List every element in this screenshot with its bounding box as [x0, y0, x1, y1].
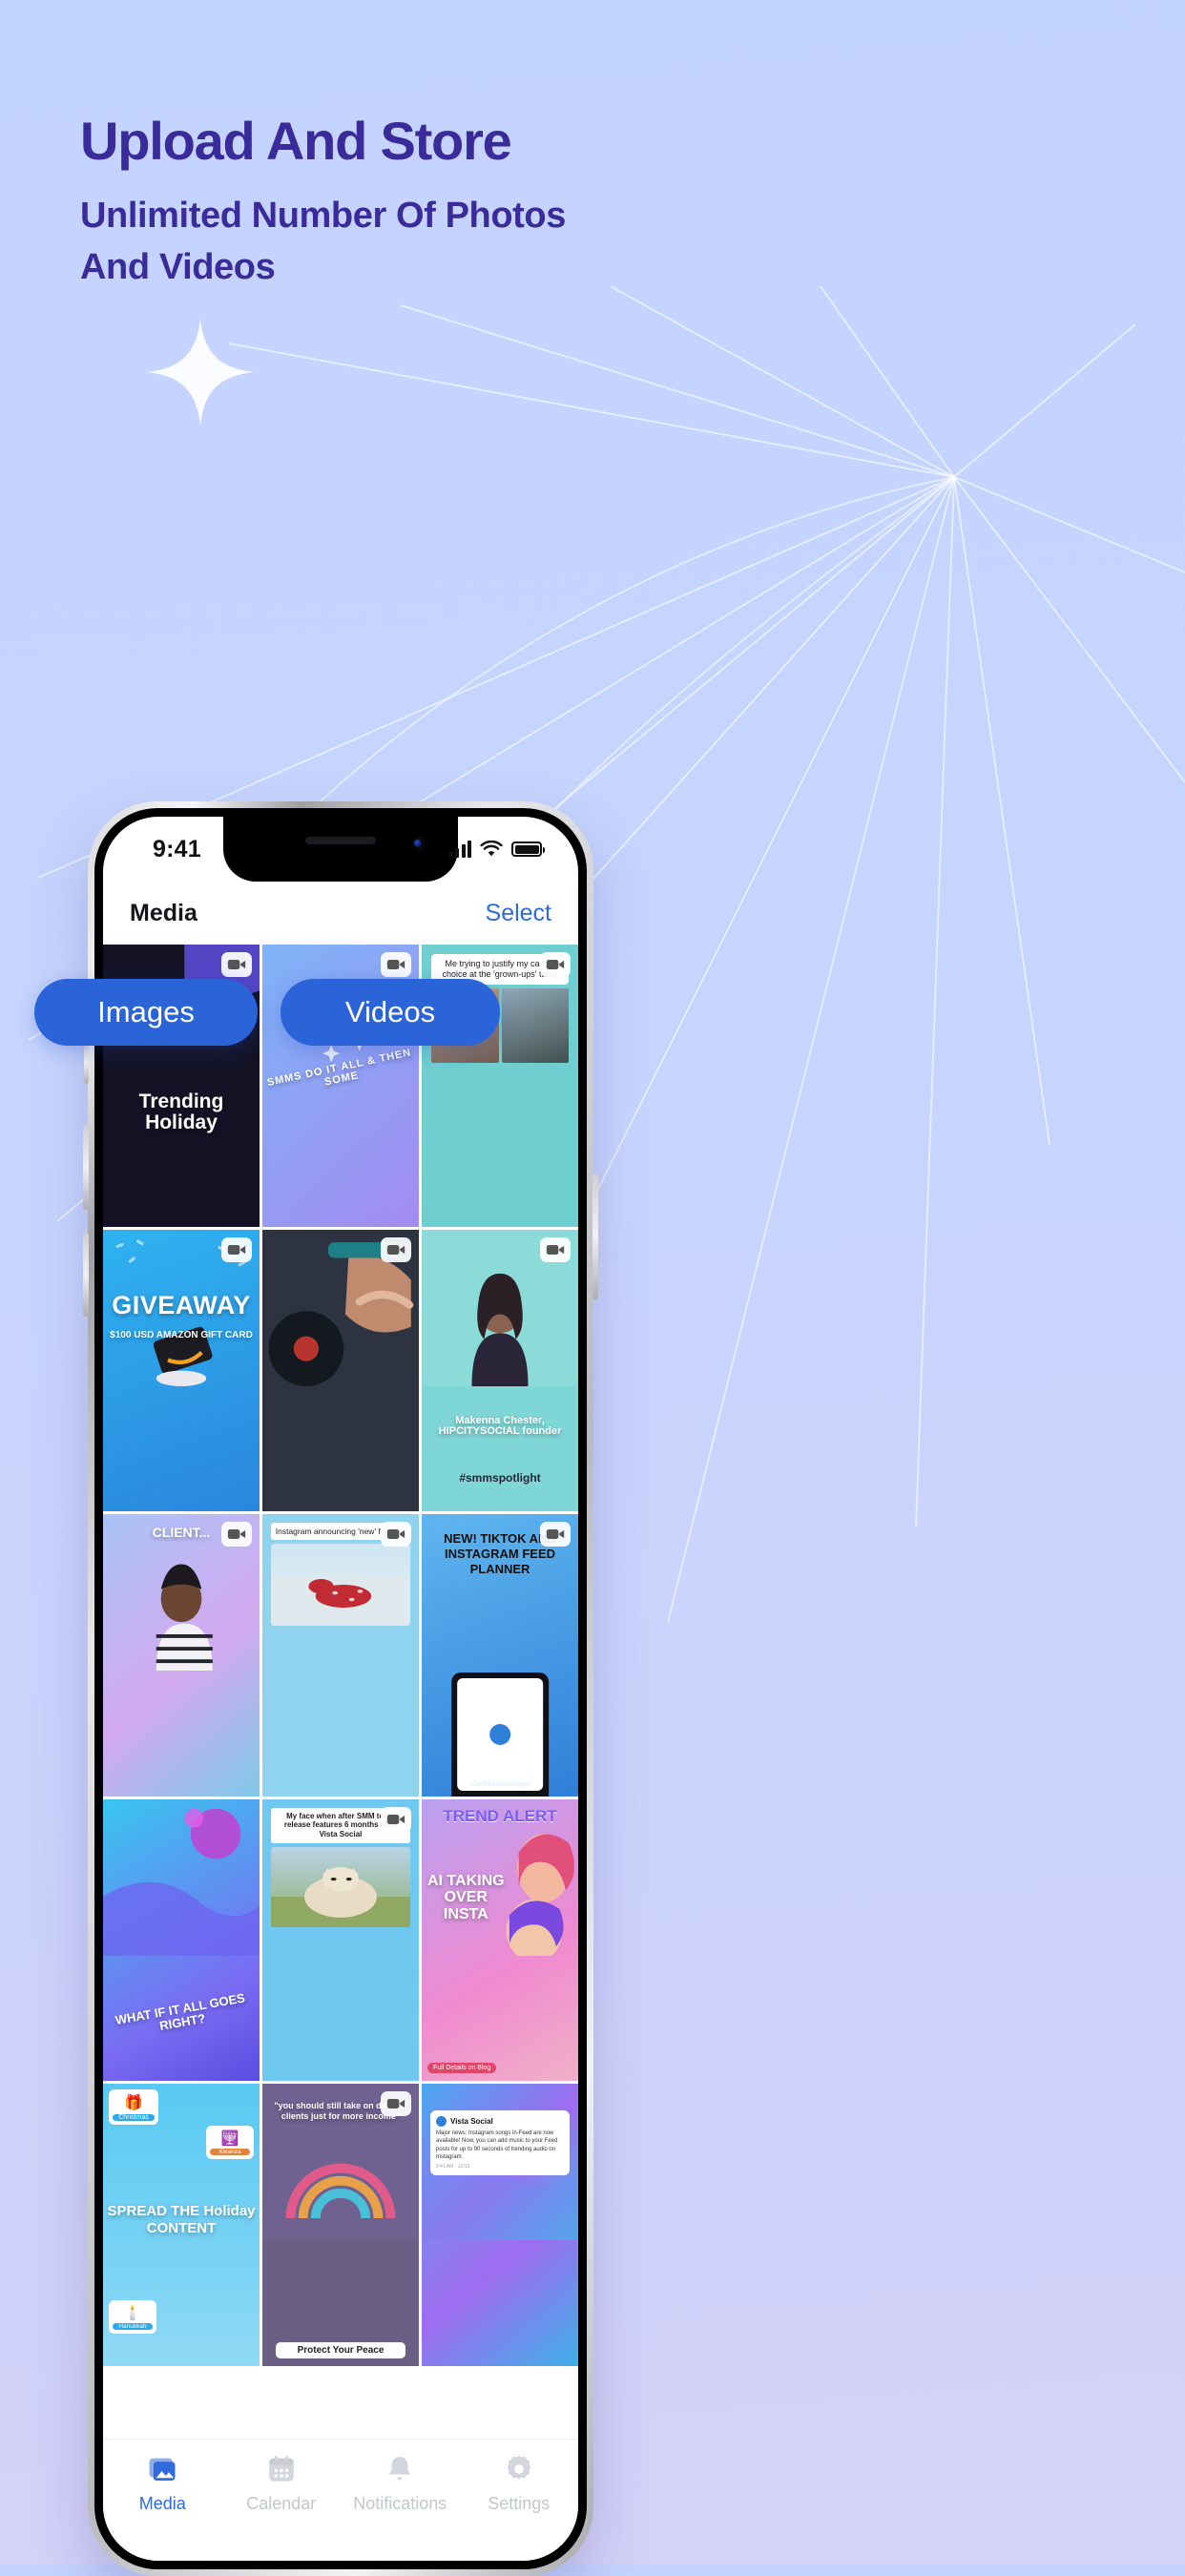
media-tile-detail: Full Details on Blog: [427, 2063, 497, 2074]
media-filter-pills[interactable]: Images Videos: [34, 979, 500, 1046]
bottom-tab-bar[interactable]: Media Calendar Notifications Settings: [103, 2439, 578, 2561]
media-tile-caption: Makenna Chester, HIPCITYSOCIAL founder: [438, 1414, 562, 1438]
media-tile[interactable]: NEW! TIKTOK AND INSTAGRAM FEED PLANNER @…: [422, 1514, 578, 1797]
page-title: Upload And Store: [80, 111, 512, 171]
media-tile-caption: SPREAD THE Holiday CONTENT: [107, 2202, 256, 2237]
video-camera-icon: [221, 1236, 252, 1262]
media-grid[interactable]: Trending Holiday SMMS DO IT ALL & THEN S…: [103, 945, 578, 2366]
status-bar: 9:41: [103, 817, 578, 882]
media-tile[interactable]: WHAT IF IT ALL GOES RIGHT?: [103, 1798, 260, 2082]
filter-pill-images[interactable]: Images: [34, 979, 258, 1046]
video-camera-icon: [540, 1236, 571, 1262]
phone-power-button: [592, 1174, 598, 1299]
hero-text-block: Upload And Store Unlimited Number Of Pho…: [80, 111, 748, 294]
media-tile-caption: TREND ALERT: [443, 1806, 557, 1825]
media-tile-detail: 9:41 AM · 12/13: [436, 2163, 470, 2170]
media-tile-subcaption: @vistasocialapp: [469, 1778, 530, 1788]
battery-full-icon: [511, 841, 545, 857]
media-tile[interactable]: CLIENT...: [103, 1514, 260, 1797]
signal-bars-icon: [448, 841, 471, 858]
media-tile-subcaption: Christmas: [113, 2114, 155, 2122]
media-tile[interactable]: My face when after SMM tools release fea…: [262, 1798, 419, 2082]
media-tile-subcaption: Major news: Instagram songs in-Feed are …: [436, 2130, 558, 2160]
wifi-icon: [480, 841, 503, 857]
video-camera-icon: [381, 952, 411, 977]
phone-mute-switch: [84, 1040, 89, 1084]
bell-icon: [388, 2457, 411, 2481]
tab-label: Media: [138, 2494, 186, 2513]
calendar-icon: [269, 2455, 294, 2482]
app-nav-bar: Media Select: [103, 882, 578, 945]
select-button[interactable]: Select: [486, 900, 551, 927]
media-tile-subcaption: $100 USD AMAZON GIFT CARD: [110, 1330, 253, 1340]
video-camera-icon: [221, 952, 252, 977]
media-tile-detail: Hanukkah: [113, 2323, 153, 2330]
tab-label: Notifications: [353, 2494, 447, 2513]
media-tile-subcaption: Protect Your Peace: [276, 2342, 405, 2358]
phone-mockup: 9:41 Media Select Trending Holiday SMMS …: [83, 801, 598, 2576]
media-tile[interactable]: Makenna Chester, HIPCITYSOCIAL founder #…: [422, 1229, 578, 1512]
media-tile-extra: Kwanza: [210, 2149, 250, 2156]
media-tile-caption: Trending Holiday: [138, 1090, 224, 1133]
media-tile[interactable]: Vista Social Major news: Instagram songs…: [422, 2084, 578, 2366]
video-camera-icon: [381, 1806, 411, 1832]
media-tile-caption: Vista Social: [450, 2117, 493, 2127]
media-tile[interactable]: GIVEAWAY $100 USD AMAZON GIFT CARD: [103, 1229, 260, 1512]
status-bar-icons: [448, 841, 545, 858]
video-camera-icon: [381, 1236, 411, 1262]
video-camera-icon: [221, 1522, 252, 1548]
media-tile-subcaption: #smmspotlight: [459, 1470, 541, 1485]
tab-media[interactable]: Media: [103, 2453, 222, 2514]
tab-notifications[interactable]: Notifications: [341, 2453, 460, 2514]
status-bar-time: 9:41: [153, 835, 201, 862]
phone-bezel: 9:41 Media Select Trending Holiday SMMS …: [94, 808, 587, 2569]
media-tile-caption: GIVEAWAY: [112, 1290, 251, 1319]
tab-settings[interactable]: Settings: [460, 2453, 579, 2514]
video-camera-icon: [381, 1522, 411, 1548]
tab-calendar[interactable]: Calendar: [222, 2453, 342, 2514]
gear-icon: [507, 2455, 531, 2480]
video-camera-icon: [540, 952, 571, 977]
phone-volume-up-button: [83, 1126, 89, 1210]
sparkle-decoration: [147, 319, 254, 426]
filter-pill-videos[interactable]: Videos: [281, 979, 500, 1046]
media-tile[interactable]: "you should still take on difficult clie…: [262, 2084, 419, 2366]
media-tile[interactable]: [262, 1229, 419, 1512]
tab-label: Settings: [488, 2494, 551, 2513]
media-tile[interactable]: Instagram announcing 'new' feature.: [262, 1514, 419, 1797]
page-subtitle: Unlimited Number Of Photos And Videos: [80, 196, 566, 288]
phone-screen: 9:41 Media Select Trending Holiday SMMS …: [103, 817, 578, 2561]
tab-label: Calendar: [246, 2494, 317, 2513]
media-tile[interactable]: 🎁 Christmas 🕎 Kwanza 🕯️ Hanukkah SPREAD …: [103, 2084, 260, 2366]
video-camera-icon: [540, 1522, 571, 1548]
media-tile-subcaption: AI TAKING OVER INSTA: [426, 1872, 505, 1922]
video-camera-icon: [381, 2091, 411, 2117]
media-tile-caption: WHAT IF IT ALL GOES RIGHT?: [114, 1989, 246, 2033]
photos-icon: [149, 2458, 176, 2482]
phone-volume-down-button: [83, 1233, 89, 1317]
page-header-title: Media: [130, 899, 198, 926]
media-tile[interactable]: TREND ALERT AI TAKING OVER INSTA Full De…: [422, 1798, 578, 2082]
